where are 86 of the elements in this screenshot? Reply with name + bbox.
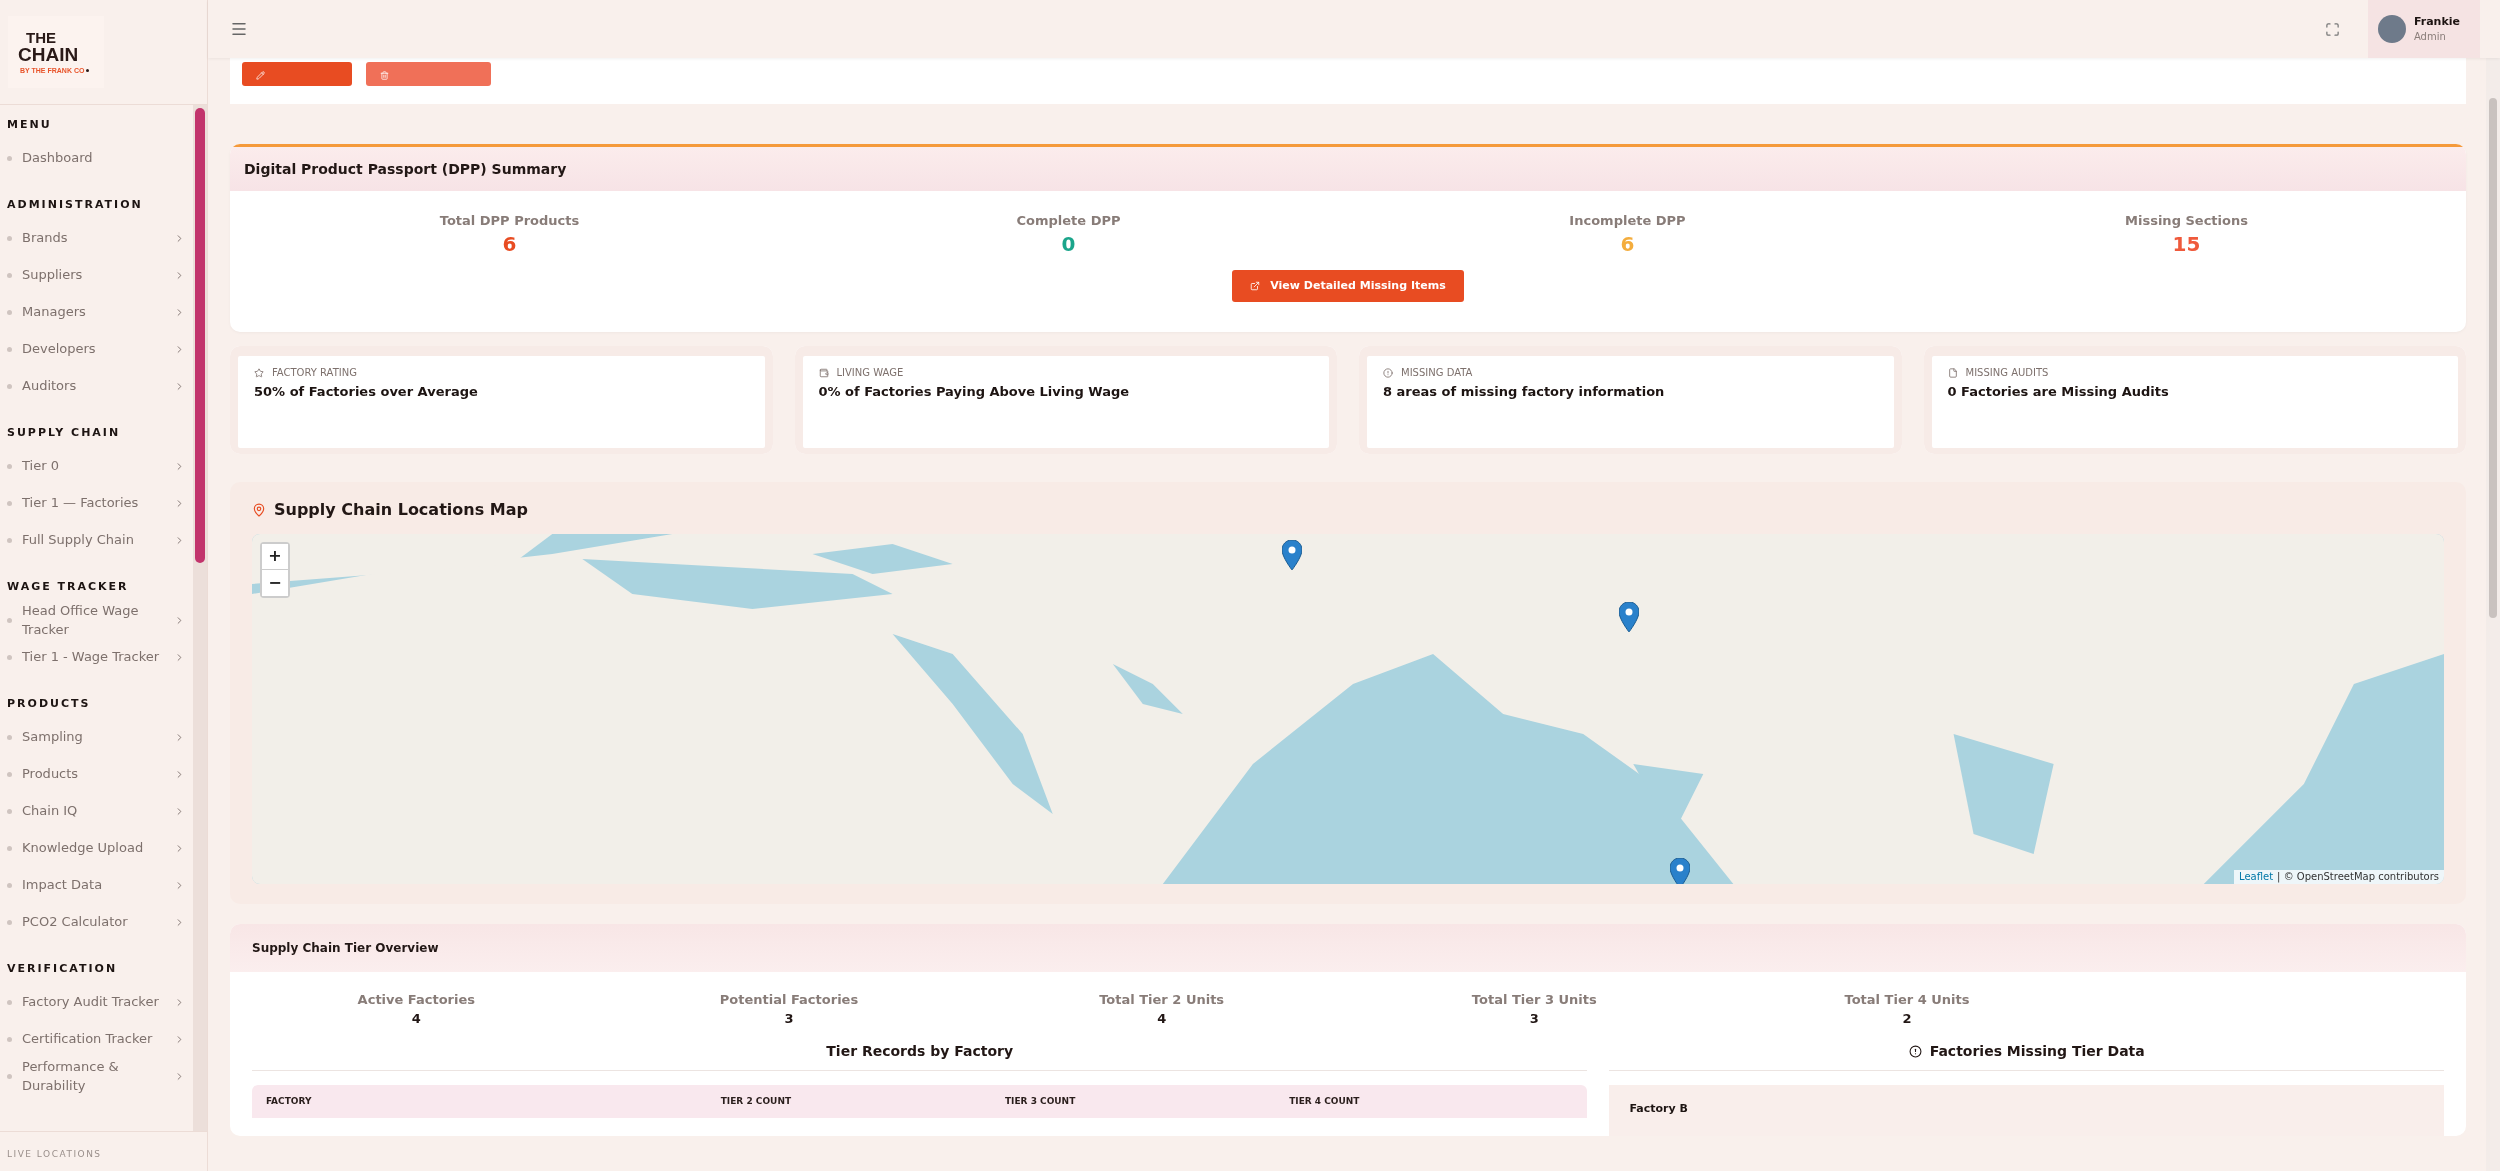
sidebar-section-title: PRODUCTS <box>7 696 92 712</box>
file-icon <box>1947 367 1958 378</box>
sidebar-item[interactable]: Dashboard <box>7 140 193 177</box>
alert-icon <box>1383 367 1393 378</box>
factory-name: Factory B <box>1629 1102 1688 1116</box>
pencil-icon <box>256 71 265 80</box>
zoom-in-button[interactable]: + <box>262 543 288 570</box>
stat-label: Incomplete DPP <box>1569 213 1686 230</box>
stat-label: Total DPP Products <box>439 213 580 230</box>
stat-value: 2 <box>1902 1010 1912 1027</box>
sidebar-item[interactable]: Full Supply Chain <box>7 522 193 559</box>
sidebar-item[interactable]: Performance & Durability <box>7 1058 193 1095</box>
trash-icon <box>380 71 389 80</box>
scrollbar-thumb[interactable] <box>195 108 205 563</box>
metric-label: MISSING DATA <box>1401 367 1473 378</box>
metric-label: LIVING WAGE <box>836 367 904 378</box>
alert-icon <box>1908 1044 1922 1058</box>
stat-label: Complete DPP <box>1016 213 1121 230</box>
sidebar-item[interactable]: Auditors <box>7 368 193 405</box>
wallet-icon <box>818 367 829 378</box>
sidebar-section-title: WAGE TRACKER <box>7 579 130 595</box>
column-header: TIER 3 COUNT <box>1004 1097 1077 1107</box>
sidebar-item[interactable]: Suppliers <box>7 257 193 294</box>
sidebar-item[interactable]: Developers <box>7 331 193 368</box>
metric-label: FACTORY RATING <box>272 367 357 378</box>
stat-label: Total Tier 4 Units <box>1844 991 1970 1009</box>
star-icon <box>254 367 264 378</box>
stat-value: 6 <box>502 231 517 256</box>
scrollbar-thumb[interactable] <box>2489 98 2497 618</box>
metric-text: 8 areas of missing factory information <box>1383 383 1666 401</box>
external-link-icon <box>1250 280 1261 291</box>
sidebar-section-title: VERIFICATION <box>7 961 119 977</box>
map-pin-icon <box>252 502 266 517</box>
sidebar-item[interactable]: Impact Data <box>7 867 193 904</box>
sidebar-item[interactable]: Tier 0 <box>7 448 193 485</box>
sidebar-item[interactable]: Sampling <box>7 719 193 756</box>
card-title: Digital Product Passport (DPP) Summary <box>244 162 567 176</box>
section-title: Factories Missing Tier Data <box>1929 1044 2145 1059</box>
map-marker-icon[interactable] <box>1670 857 1690 884</box>
sidebar-item[interactable]: PCO2 Calculator <box>7 904 193 941</box>
map-title: Supply Chain Locations Map <box>274 501 528 518</box>
stat-label: Missing Sections <box>2125 213 2248 230</box>
card-title: Supply Chain Tier Overview <box>252 941 439 954</box>
view-missing-items-button[interactable]: View Detailed Missing Items <box>1232 269 1464 302</box>
sidebar-item[interactable]: Chain IQ <box>7 793 193 830</box>
stat-value: 4 <box>411 1010 421 1027</box>
menu-icon[interactable] <box>230 20 248 38</box>
section-title: Tier Records by Factory <box>826 1044 1014 1059</box>
column-header: TIER 4 COUNT <box>1289 1097 1361 1107</box>
sidebar-item[interactable]: Factory Audit Tracker <box>7 984 193 1021</box>
sidebar-section-title: MENU <box>7 117 53 133</box>
sidebar-item[interactable]: Brands <box>7 220 193 257</box>
stat-label: Total Tier 2 Units <box>1099 991 1225 1009</box>
metric-text: 0% of Factories Paying Above Living Wage <box>818 383 1131 401</box>
attribution-text: | © OpenStreetMap contributors <box>2277 869 2439 884</box>
stat-label: Total Tier 3 Units <box>1471 991 1597 1009</box>
metric-text: 0 Factories are Missing Audits <box>1947 383 2170 401</box>
stat-value: 3 <box>784 1010 794 1027</box>
action-button[interactable] <box>366 62 491 86</box>
avatar <box>2377 15 2406 43</box>
sidebar-item[interactable]: Knowledge Upload <box>7 830 193 867</box>
column-header: FACTORY <box>266 1097 313 1107</box>
stat-value: 15 <box>2172 231 2201 256</box>
map-marker-icon[interactable] <box>1619 601 1639 632</box>
user-menu[interactable]: Frankie Admin <box>2367 0 2480 58</box>
stat-value: 6 <box>1620 231 1635 256</box>
stat-value: 0 <box>1061 231 1076 256</box>
sidebar-item[interactable]: Tier 1 — Factories <box>7 485 193 522</box>
stat-value: 3 <box>1529 1010 1539 1027</box>
sidebar-item[interactable]: Products <box>7 756 193 793</box>
metric-text: 50% of Factories over Average <box>254 383 479 401</box>
stat-label: Active Factories <box>357 991 476 1009</box>
sidebar-item[interactable]: Certification Tracker <box>7 1021 193 1058</box>
map-marker-icon[interactable] <box>1282 539 1302 570</box>
sidebar-item[interactable]: Head Office Wage Tracker <box>7 602 193 639</box>
stat-value: 4 <box>1157 1010 1167 1027</box>
leaflet-link[interactable]: Leaflet <box>2239 869 2274 884</box>
sidebar-item[interactable]: Tier 1 - Wage Tracker <box>7 639 193 676</box>
sidebar-section-title: SUPPLY CHAIN <box>7 425 122 441</box>
sidebar-item[interactable]: Managers <box>7 294 193 331</box>
sidebar-section-title: ADMINISTRATION <box>7 197 144 213</box>
sidebar-footer-label: LIVE LOCATIONS <box>7 1149 102 1159</box>
metric-label: MISSING AUDITS <box>1965 367 2049 378</box>
column-header: TIER 2 COUNT <box>720 1097 793 1107</box>
fullscreen-icon[interactable] <box>2324 21 2340 37</box>
stat-label: Potential Factories <box>719 991 859 1009</box>
